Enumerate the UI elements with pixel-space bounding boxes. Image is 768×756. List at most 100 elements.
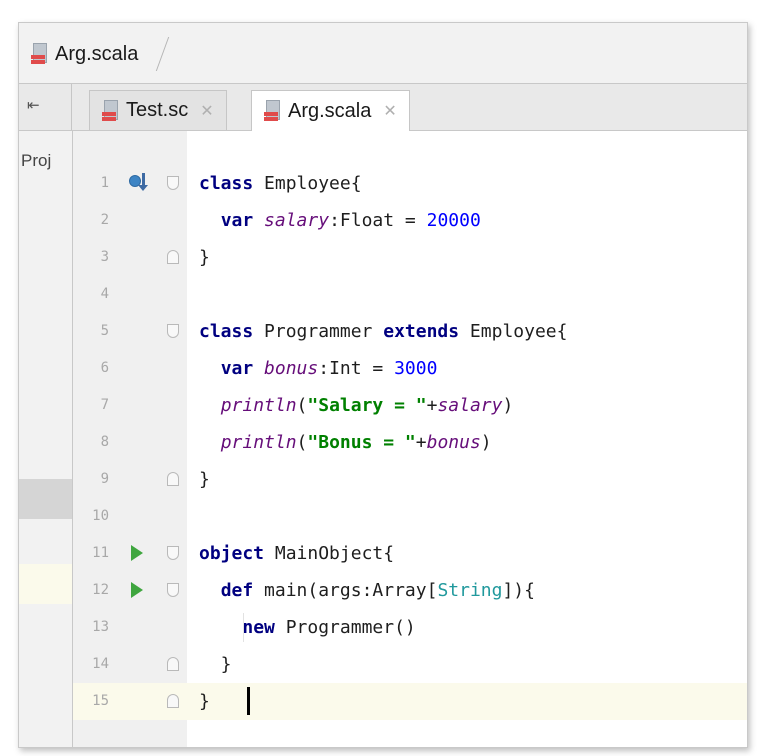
code-token: println — [220, 432, 297, 453]
line-number: 12 — [92, 582, 109, 598]
fold-marker-icon[interactable] — [167, 176, 179, 190]
breadcrumb-file-label: Arg.scala — [55, 42, 139, 65]
gutter-line[interactable]: 4 — [73, 276, 187, 313]
gutter-line[interactable]: 7 — [73, 387, 187, 424]
code-token: :Int = — [318, 358, 395, 379]
fold-end-icon[interactable] — [167, 250, 179, 264]
code-line[interactable]: def main(args:Array[String]){ — [187, 572, 747, 609]
line-number: 10 — [92, 508, 109, 524]
gutter-line[interactable]: 2 — [73, 202, 187, 239]
code-text: println("Salary = "+salary) — [199, 387, 514, 424]
gutter-line[interactable]: 5 — [73, 313, 187, 350]
code-token: MainObject{ — [264, 543, 395, 564]
fold-end-icon[interactable] — [167, 657, 179, 671]
project-pane-label: Proj — [21, 151, 52, 170]
code-line[interactable]: class Programmer extends Employee{ — [187, 313, 747, 350]
code-token: class — [199, 173, 254, 194]
line-number: 15 — [92, 693, 109, 709]
run-gutter-icon[interactable] — [131, 545, 143, 561]
fold-end-icon[interactable] — [167, 472, 179, 486]
line-number: 6 — [100, 360, 109, 376]
gutter-line[interactable]: 11 — [73, 535, 187, 572]
code-text: object MainObject{ — [199, 535, 394, 572]
code-line[interactable]: var bonus:Int = 3000 — [187, 350, 747, 387]
editor-gutter[interactable]: 1 2 3 4 5 6 7 8 9 10 11 12 13 14 15 — [73, 131, 188, 747]
line-number: 4 — [100, 286, 109, 302]
gutter-line[interactable]: 1 — [73, 165, 187, 202]
close-icon[interactable]: ✕ — [383, 101, 396, 121]
code-token: ( — [296, 432, 308, 453]
breadcrumb: Arg.scala — [19, 23, 747, 84]
line-number: 8 — [100, 434, 109, 450]
line-number: 13 — [92, 619, 109, 635]
code-line[interactable] — [187, 498, 747, 535]
tab-arg-scala[interactable]: Arg.scala ✕ — [251, 90, 410, 131]
line-number: 3 — [100, 249, 109, 265]
breadcrumb-separator — [142, 37, 170, 71]
gutter-line[interactable]: 6 — [73, 350, 187, 387]
code-token: main(args:Array[ — [253, 580, 438, 601]
code-token: Programmer() — [274, 617, 416, 638]
gutter-line[interactable]: 14 — [73, 646, 187, 683]
code-line[interactable]: } — [187, 646, 747, 683]
gutter-line[interactable]: 15 — [73, 683, 187, 720]
close-icon[interactable]: ✕ — [200, 101, 213, 121]
collapse-panel-icon[interactable]: ⇤ — [27, 96, 40, 114]
code-line[interactable]: } — [187, 461, 747, 498]
gutter-line[interactable]: 9 — [73, 461, 187, 498]
line-number: 1 — [100, 175, 109, 191]
line-number: 9 — [100, 471, 109, 487]
project-selected-row[interactable] — [19, 479, 72, 519]
code-text: class Programmer extends Employee{ — [199, 313, 567, 350]
code-token: salary — [437, 395, 503, 416]
breadcrumb-item-file[interactable]: Arg.scala — [31, 37, 170, 71]
gutter-line[interactable]: 3 — [73, 239, 187, 276]
tab-label: Arg.scala — [288, 99, 372, 122]
gutter-line[interactable]: 10 — [73, 498, 187, 535]
code-token: ) — [480, 432, 492, 453]
code-token: salary — [264, 210, 330, 231]
code-line[interactable]: println("Salary = "+salary) — [187, 387, 747, 424]
code-text: def main(args:Array[String]){ — [199, 572, 535, 609]
fold-marker-icon[interactable] — [167, 324, 179, 338]
code-token: } — [199, 469, 210, 490]
code-token: "Bonus = " — [307, 432, 416, 453]
code-line[interactable]: new Programmer() — [187, 609, 747, 646]
gutter-line[interactable]: 12 — [73, 572, 187, 609]
line-number: 5 — [100, 323, 109, 339]
tab-test-sc[interactable]: Test.sc ✕ — [89, 90, 227, 130]
code-token: Employee{ — [253, 173, 362, 194]
code-line[interactable]: object MainObject{ — [187, 535, 747, 572]
code-line[interactable]: } — [187, 239, 747, 276]
code-token: :Float = — [329, 210, 427, 231]
code-line[interactable]: } — [187, 683, 747, 720]
scala-file-icon — [264, 100, 282, 122]
fold-marker-icon[interactable] — [167, 583, 179, 597]
code-line[interactable]: class Employee{ — [187, 165, 747, 202]
line-number: 7 — [100, 397, 109, 413]
code-text: println("Bonus = "+bonus) — [199, 424, 492, 461]
code-token: + — [415, 432, 427, 453]
code-line[interactable]: var salary:Float = 20000 — [187, 202, 747, 239]
override-gutter-icon[interactable] — [129, 173, 151, 195]
fold-marker-icon[interactable] — [167, 546, 179, 560]
gutter-line[interactable]: 8 — [73, 424, 187, 461]
code-token: new — [242, 617, 275, 638]
fold-end-icon[interactable] — [167, 694, 179, 708]
code-text: } — [199, 646, 232, 683]
project-pane[interactable]: Proj — [19, 131, 73, 747]
code-text: } — [199, 239, 210, 276]
line-number: 2 — [100, 212, 109, 228]
code-line[interactable]: println("Bonus = "+bonus) — [187, 424, 747, 461]
code-line[interactable] — [187, 276, 747, 313]
run-gutter-icon[interactable] — [131, 582, 143, 598]
code-text: new Programmer() — [199, 609, 416, 646]
code-token: String — [437, 580, 503, 601]
code-token: bonus — [264, 358, 319, 379]
gutter-line[interactable]: 13 — [73, 609, 187, 646]
code-editor[interactable]: class Employee{ var salary:Float = 20000… — [187, 131, 747, 747]
